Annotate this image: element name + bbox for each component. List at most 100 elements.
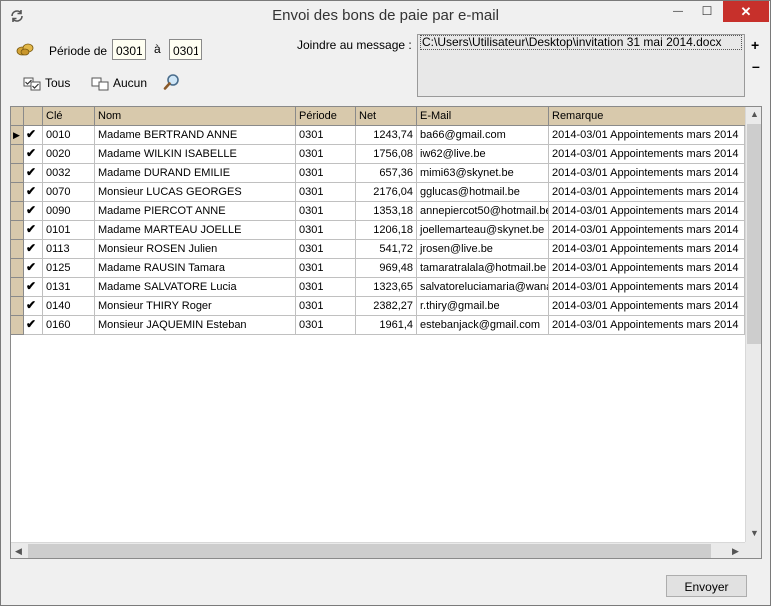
cell-periode[interactable]: 0301 [296, 259, 356, 278]
row-header[interactable] [11, 240, 24, 259]
cell-periode[interactable]: 0301 [296, 126, 356, 145]
checkmark-icon[interactable]: ✔ [26, 185, 38, 198]
cell-nom[interactable]: Monsieur THIRY Roger [95, 297, 296, 316]
row-header[interactable] [11, 202, 24, 221]
cell-nom[interactable]: Madame WILKIN ISABELLE [95, 145, 296, 164]
row-header[interactable] [11, 278, 24, 297]
vertical-scrollbar[interactable]: ▲ ▼ [745, 107, 761, 542]
row-checkbox[interactable]: ✔ [24, 183, 43, 202]
cell-net[interactable]: 1961,4 [356, 316, 417, 335]
attachment-list[interactable]: C:\Users\Utilisateur\Desktop\invitation … [417, 34, 745, 97]
header-nom[interactable]: Nom [95, 107, 296, 126]
cell-nom[interactable]: Madame DURAND EMILIE [95, 164, 296, 183]
row-checkbox[interactable]: ✔ [24, 221, 43, 240]
checkmark-icon[interactable]: ✔ [26, 261, 38, 274]
cell-nom[interactable]: Madame BERTRAND ANNE [95, 126, 296, 145]
add-attachment-button[interactable]: + [751, 37, 759, 53]
header-net[interactable]: Net [356, 107, 417, 126]
cell-remarque[interactable]: 2014-03/01 Appointements mars 2014 [549, 240, 745, 259]
cell-nom[interactable]: Monsieur ROSEN Julien [95, 240, 296, 259]
checkmark-icon[interactable]: ✔ [26, 223, 38, 236]
scroll-left-icon[interactable]: ◀ [15, 546, 22, 557]
cell-net[interactable]: 969,48 [356, 259, 417, 278]
cell-cle[interactable]: 0101 [43, 221, 95, 240]
cell-remarque[interactable]: 2014-03/01 Appointements mars 2014 [549, 221, 745, 240]
row-checkbox[interactable]: ✔ [24, 240, 43, 259]
table-row[interactable]: ✔ 0090 Madame PIERCOT ANNE 0301 1353,18 annep… [11, 202, 745, 221]
attachment-item[interactable]: C:\Users\Utilisateur\Desktop\invitation … [420, 35, 742, 50]
table-row[interactable]: ✔ 0131 Madame SALVATORE Lucia 0301 1323,65 sa… [11, 278, 745, 297]
cell-cle[interactable]: 0090 [43, 202, 95, 221]
cell-cle[interactable]: 0140 [43, 297, 95, 316]
cell-nom[interactable]: Monsieur JAQUEMIN Esteban [95, 316, 296, 335]
cell-cle[interactable]: 0125 [43, 259, 95, 278]
payslip-grid[interactable]: Clé Nom Période Net E-Mail Remarque ▶ ✔ 00… [10, 106, 762, 559]
table-row[interactable]: ✔ 0125 Madame RAUSIN Tamara 0301 969,48 tamar… [11, 259, 745, 278]
cell-remarque[interactable]: 2014-03/01 Appointements mars 2014 [549, 126, 745, 145]
cell-cle[interactable]: 0113 [43, 240, 95, 259]
select-all-button[interactable]: Tous [23, 75, 70, 93]
cell-periode[interactable]: 0301 [296, 202, 356, 221]
remove-attachment-button[interactable]: – [752, 58, 760, 74]
horizontal-scroll-thumb[interactable] [28, 544, 711, 558]
cell-net[interactable]: 541,72 [356, 240, 417, 259]
table-row[interactable]: ✔ 0020 Madame WILKIN ISABELLE 0301 1756,08 iw… [11, 145, 745, 164]
scroll-up-icon[interactable]: ▲ [750, 109, 759, 119]
header-email[interactable]: E-Mail [417, 107, 549, 126]
cell-email[interactable]: gglucas@hotmail.be [417, 183, 549, 202]
cell-email[interactable]: tamaratralala@hotmail.be [417, 259, 549, 278]
checkmark-icon[interactable]: ✔ [26, 299, 38, 312]
checkmark-icon[interactable]: ✔ [26, 166, 38, 179]
cell-net[interactable]: 1323,65 [356, 278, 417, 297]
row-checkbox[interactable]: ✔ [24, 278, 43, 297]
row-checkbox[interactable]: ✔ [24, 126, 43, 145]
row-header[interactable]: ▶ [11, 126, 24, 145]
row-checkbox[interactable]: ✔ [24, 164, 43, 183]
cell-remarque[interactable]: 2014-03/01 Appointements mars 2014 [549, 145, 745, 164]
row-header[interactable] [11, 259, 24, 278]
cell-nom[interactable]: Madame PIERCOT ANNE [95, 202, 296, 221]
row-checkbox[interactable]: ✔ [24, 297, 43, 316]
cell-periode[interactable]: 0301 [296, 278, 356, 297]
scroll-right-icon[interactable]: ▶ [732, 546, 739, 557]
cell-periode[interactable]: 0301 [296, 316, 356, 335]
cell-nom[interactable]: Madame MARTEAU JOELLE [95, 221, 296, 240]
cell-remarque[interactable]: 2014-03/01 Appointements mars 2014 [549, 202, 745, 221]
cell-periode[interactable]: 0301 [296, 183, 356, 202]
row-checkbox[interactable]: ✔ [24, 316, 43, 335]
cell-cle[interactable]: 0010 [43, 126, 95, 145]
table-row[interactable]: ✔ 0140 Monsieur THIRY Roger 0301 2382,27 r.th… [11, 297, 745, 316]
row-checkbox[interactable]: ✔ [24, 259, 43, 278]
minimize-button[interactable]: — [664, 1, 692, 22]
row-checkbox[interactable]: ✔ [24, 145, 43, 164]
periode-from-input[interactable] [112, 39, 146, 60]
cell-cle[interactable]: 0070 [43, 183, 95, 202]
close-button[interactable]: ✕ [723, 1, 769, 22]
header-cle[interactable]: Clé [43, 107, 95, 126]
cell-email[interactable]: iw62@live.be [417, 145, 549, 164]
select-none-button[interactable]: Aucun [91, 75, 147, 93]
vertical-scroll-thumb[interactable] [747, 124, 761, 344]
cell-remarque[interactable]: 2014-03/01 Appointements mars 2014 [549, 278, 745, 297]
cell-remarque[interactable]: 2014-03/01 Appointements mars 2014 [549, 183, 745, 202]
cell-cle[interactable]: 0020 [43, 145, 95, 164]
row-header[interactable] [11, 316, 24, 335]
row-header[interactable] [11, 164, 24, 183]
row-header[interactable] [11, 297, 24, 316]
cell-email[interactable]: annepiercot50@hotmail.be [417, 202, 549, 221]
cell-net[interactable]: 657,36 [356, 164, 417, 183]
row-header[interactable] [11, 221, 24, 240]
send-button[interactable]: Envoyer [666, 575, 747, 597]
checkmark-icon[interactable]: ✔ [26, 242, 38, 255]
cell-remarque[interactable]: 2014-03/01 Appointements mars 2014 [549, 164, 745, 183]
cell-net[interactable]: 1353,18 [356, 202, 417, 221]
cell-net[interactable]: 2382,27 [356, 297, 417, 316]
cell-net[interactable]: 1756,08 [356, 145, 417, 164]
cell-net[interactable]: 1243,74 [356, 126, 417, 145]
magnifier-icon[interactable] [163, 73, 181, 91]
maximize-button[interactable]: ☐ [693, 1, 721, 22]
cell-periode[interactable]: 0301 [296, 221, 356, 240]
cell-periode[interactable]: 0301 [296, 164, 356, 183]
header-remarque[interactable]: Remarque [549, 107, 745, 126]
table-row[interactable]: ✔ 0032 Madame DURAND EMILIE 0301 657,36 mimi6… [11, 164, 745, 183]
